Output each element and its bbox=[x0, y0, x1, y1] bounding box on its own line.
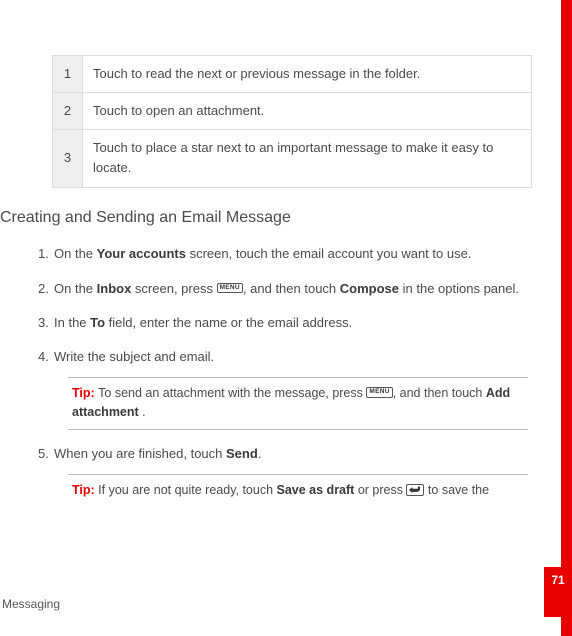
row-number: 2 bbox=[53, 93, 83, 130]
menu-icon: MENU bbox=[217, 283, 243, 294]
table-row: 2 Touch to open an attachment. bbox=[53, 93, 532, 130]
step-item: Write the subject and email. Tip: To sen… bbox=[38, 347, 528, 430]
text: If you are not quite ready, touch bbox=[98, 483, 276, 497]
text: When you are finished, touch bbox=[54, 446, 226, 461]
text: in the options panel. bbox=[399, 281, 519, 296]
text: or press bbox=[354, 483, 406, 497]
text: screen, press bbox=[131, 281, 216, 296]
text: to save the bbox=[424, 483, 489, 497]
side-tab bbox=[561, 0, 572, 636]
tip-label: Tip: bbox=[72, 483, 98, 497]
table-row: 1 Touch to read the next or previous mes… bbox=[53, 56, 532, 93]
section-heading: Creating and Sending an Email Message bbox=[0, 206, 528, 231]
page-number: 71 bbox=[544, 567, 572, 617]
tip-label: Tip: bbox=[72, 386, 98, 400]
bold: Send bbox=[226, 446, 258, 461]
text: screen, touch the email account you want… bbox=[186, 246, 471, 261]
reference-table: 1 Touch to read the next or previous mes… bbox=[52, 55, 532, 188]
step-item: On the Your accounts screen, touch the e… bbox=[38, 244, 528, 264]
bold: Inbox bbox=[97, 281, 132, 296]
tip-block: Tip: If you are not quite ready, touch S… bbox=[68, 474, 528, 500]
bold: Compose bbox=[340, 281, 399, 296]
row-number: 3 bbox=[53, 130, 83, 187]
bold: To bbox=[90, 315, 105, 330]
row-number: 1 bbox=[53, 56, 83, 93]
bold: Your accounts bbox=[97, 246, 186, 261]
text: . bbox=[258, 446, 262, 461]
text: field, enter the name or the email addre… bbox=[105, 315, 352, 330]
text: , and then touch bbox=[393, 386, 486, 400]
step-item: On the Inbox screen, press MENU, and the… bbox=[38, 279, 528, 299]
text: , and then touch bbox=[243, 281, 340, 296]
table-row: 3 Touch to place a star next to an impor… bbox=[53, 130, 532, 187]
back-icon bbox=[406, 484, 424, 496]
bold: Save as draft bbox=[277, 483, 355, 497]
tip-block: Tip: To send an attachment with the mess… bbox=[68, 377, 528, 430]
row-text: Touch to place a star next to an importa… bbox=[83, 130, 532, 187]
row-text: Touch to read the next or previous messa… bbox=[83, 56, 532, 93]
text: On the bbox=[54, 246, 97, 261]
text: Write the subject and email. bbox=[54, 349, 214, 364]
page-content: 1 Touch to read the next or previous mes… bbox=[0, 0, 572, 500]
text: To send an attachment with the message, … bbox=[98, 386, 366, 400]
steps-list: On the Your accounts screen, touch the e… bbox=[0, 244, 528, 500]
text: In the bbox=[54, 315, 90, 330]
row-text: Touch to open an attachment. bbox=[83, 93, 532, 130]
text: . bbox=[139, 405, 146, 419]
menu-icon: MENU bbox=[366, 387, 392, 398]
text: On the bbox=[54, 281, 97, 296]
footer-chapter: Messaging bbox=[2, 595, 60, 614]
step-item: When you are finished, touch Send. Tip: … bbox=[38, 444, 528, 501]
step-item: In the To field, enter the name or the e… bbox=[38, 313, 528, 333]
